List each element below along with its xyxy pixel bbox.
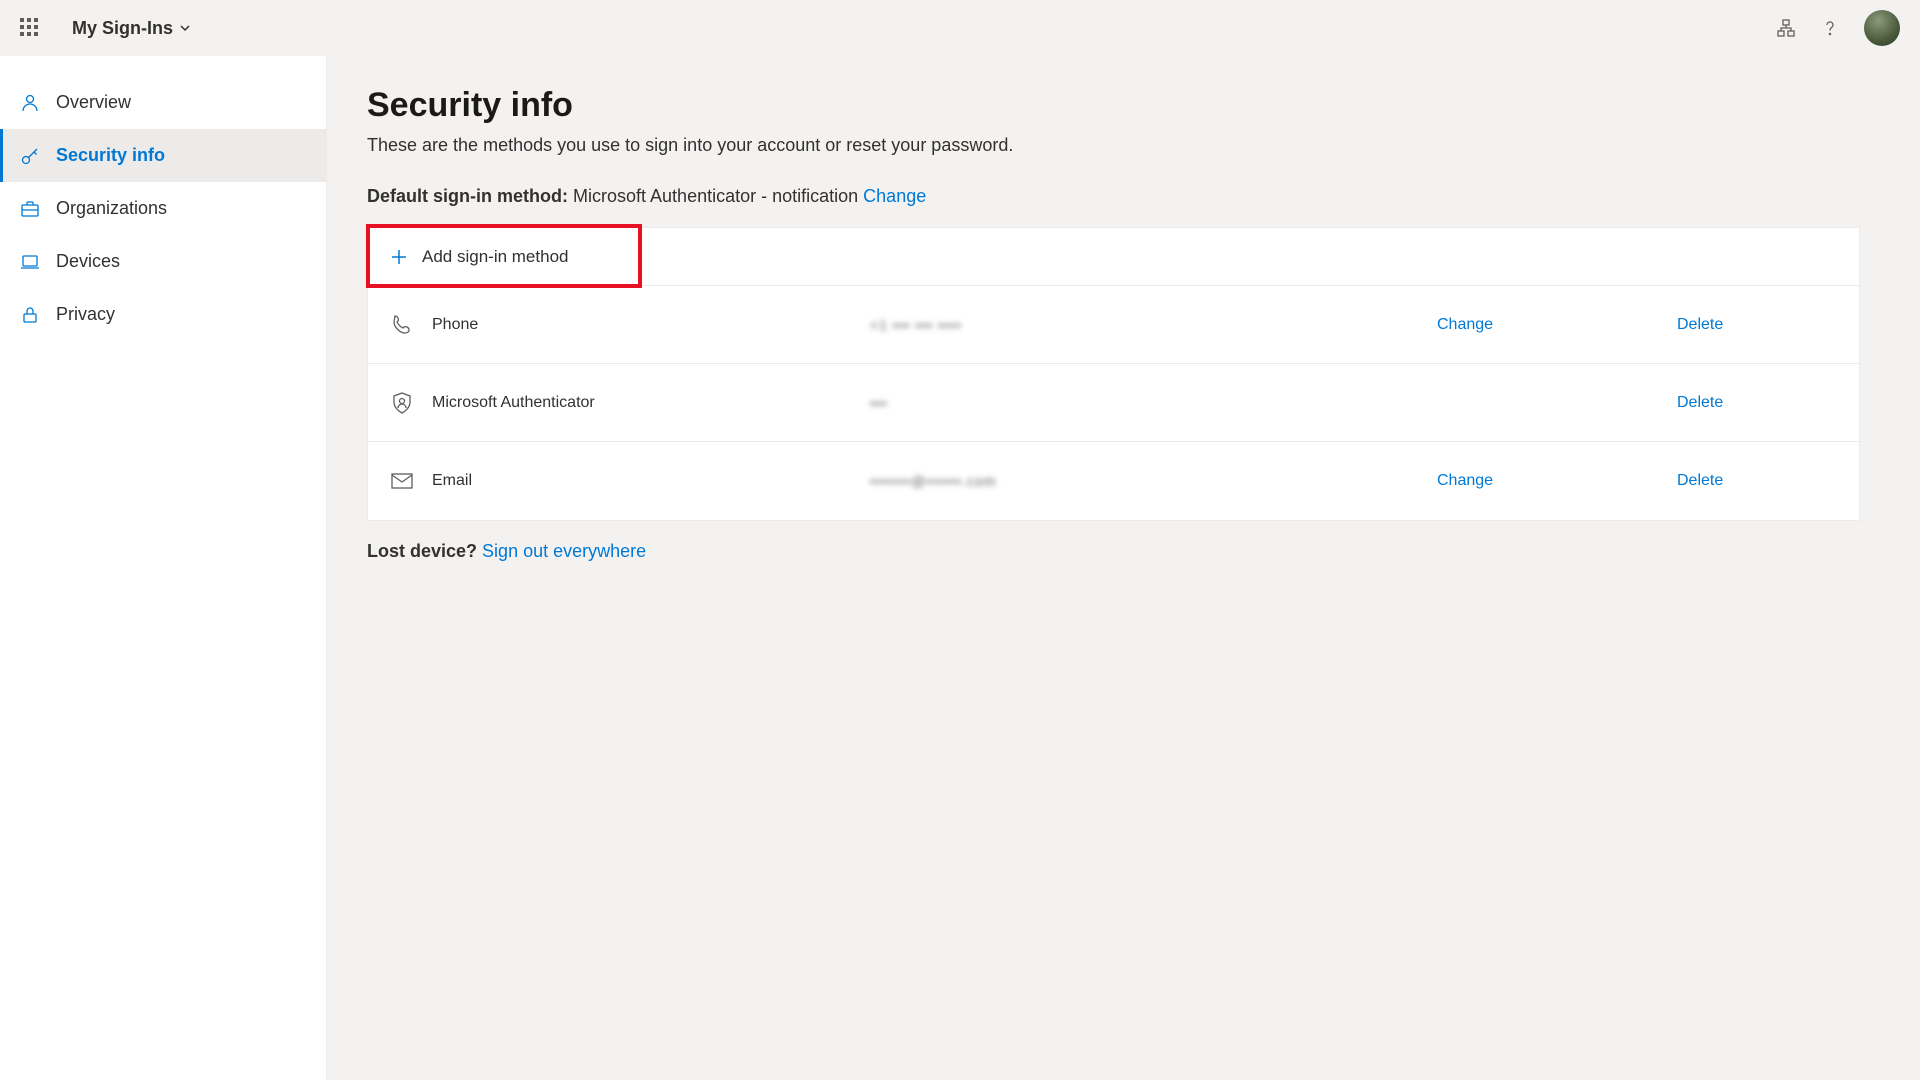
delete-link[interactable]: Delete — [1677, 394, 1837, 412]
header-right — [1776, 10, 1900, 46]
table-row: Email •••••••@••••••.com Change Delete — [368, 442, 1859, 520]
page-subtitle: These are the methods you use to sign in… — [367, 135, 1860, 156]
main-content: Security info These are the methods you … — [327, 56, 1920, 1080]
sidebar-item-organizations[interactable]: Organizations — [0, 182, 326, 235]
header-left: My Sign-Ins — [20, 18, 191, 39]
lost-device: Lost device? Sign out everywhere — [367, 541, 1860, 562]
sidebar-item-overview[interactable]: Overview — [0, 76, 326, 129]
sidebar-item-label: Security info — [56, 145, 165, 166]
app-launcher-icon[interactable] — [20, 18, 40, 38]
key-icon — [20, 146, 40, 166]
sidebar-item-devices[interactable]: Devices — [0, 235, 326, 288]
sidebar: Overview Security info Organizations Dev… — [0, 56, 327, 1080]
method-name: Phone — [432, 316, 478, 334]
change-link[interactable]: Change — [1437, 472, 1677, 490]
org-chart-icon[interactable] — [1776, 18, 1796, 38]
add-method-label: Add sign-in method — [422, 247, 568, 267]
sidebar-item-security[interactable]: Security info — [0, 129, 326, 182]
add-method-button[interactable]: Add sign-in method — [368, 228, 640, 285]
avatar[interactable] — [1864, 10, 1900, 46]
default-method-label: Default sign-in method: — [367, 186, 568, 206]
sidebar-item-label: Organizations — [56, 198, 167, 219]
briefcase-icon — [20, 199, 40, 219]
lost-device-label: Lost device? — [367, 541, 477, 561]
laptop-icon — [20, 252, 40, 272]
method-name-cell: Email — [390, 469, 870, 493]
method-value: +1 ••• ••• •••• — [870, 317, 1270, 333]
method-value: ••• — [870, 395, 1270, 411]
method-name-cell: Microsoft Authenticator — [390, 391, 870, 415]
table-row: Microsoft Authenticator ••• Delete — [368, 364, 1859, 442]
help-icon[interactable] — [1820, 18, 1840, 38]
authenticator-icon — [390, 391, 414, 415]
delete-link[interactable]: Delete — [1677, 316, 1837, 334]
sidebar-item-privacy[interactable]: Privacy — [0, 288, 326, 341]
method-name-cell: Phone — [390, 313, 870, 337]
sidebar-item-label: Overview — [56, 92, 131, 113]
app-title-dropdown[interactable]: My Sign-Ins — [72, 18, 191, 39]
method-name: Email — [432, 472, 472, 490]
email-icon — [390, 469, 414, 493]
change-link[interactable]: Change — [1437, 316, 1677, 334]
sidebar-item-label: Devices — [56, 251, 120, 272]
plus-icon — [390, 248, 408, 266]
phone-icon — [390, 313, 414, 337]
methods-card: Add sign-in method Phone +1 ••• ••• ••••… — [367, 227, 1860, 521]
person-icon — [20, 93, 40, 113]
sidebar-item-label: Privacy — [56, 304, 115, 325]
lock-icon — [20, 305, 40, 325]
header: My Sign-Ins — [0, 0, 1920, 56]
add-method-row: Add sign-in method — [368, 228, 1859, 286]
default-method-value: Microsoft Authenticator - notification — [573, 186, 858, 206]
chevron-down-icon — [179, 22, 191, 34]
app-title-label: My Sign-Ins — [72, 18, 173, 39]
method-name: Microsoft Authenticator — [432, 394, 595, 412]
body-container: Overview Security info Organizations Dev… — [0, 56, 1920, 1080]
method-value: •••••••@••••••.com — [870, 473, 1270, 489]
change-default-link[interactable]: Change — [863, 186, 926, 206]
page-title: Security info — [367, 86, 1860, 125]
delete-link[interactable]: Delete — [1677, 472, 1837, 490]
table-row: Phone +1 ••• ••• •••• Change Delete — [368, 286, 1859, 364]
sign-out-everywhere-link[interactable]: Sign out everywhere — [482, 541, 646, 561]
default-method: Default sign-in method: Microsoft Authen… — [367, 186, 1860, 207]
